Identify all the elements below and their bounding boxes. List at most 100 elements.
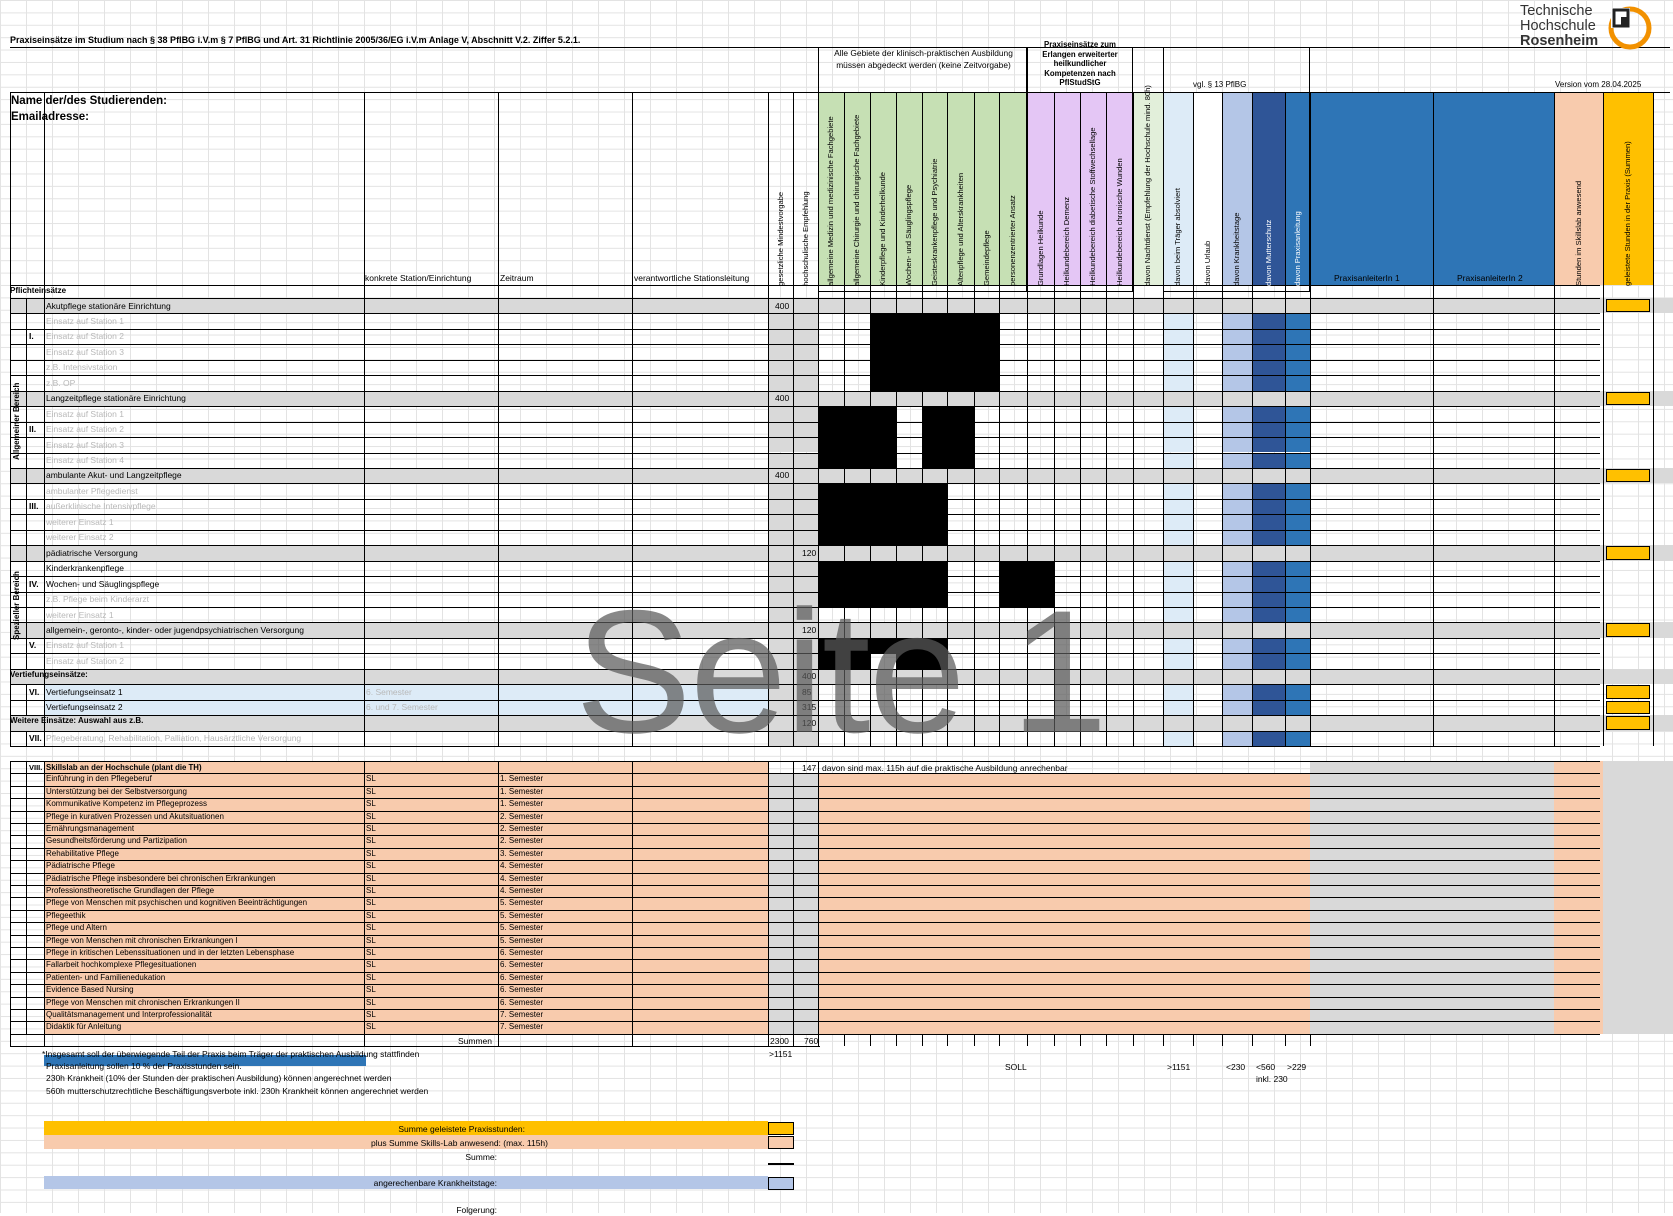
- cell-fill: [1222, 607, 1252, 623]
- row-band: [10, 298, 1673, 314]
- row-min: 400: [775, 470, 790, 481]
- cell-fill: [1163, 452, 1193, 468]
- cell-fill: [1252, 313, 1285, 329]
- column-header-vertical: gesetzliche Mindestvorgabe: [775, 191, 785, 286]
- v-line: [1193, 1034, 1194, 1046]
- module-semester: 4. Semester: [500, 873, 544, 883]
- h-line: [10, 359, 1600, 361]
- h-line: [10, 406, 1600, 408]
- row-label: Einsatz auf Station 2: [46, 331, 124, 342]
- row-roman: VI.: [29, 686, 40, 697]
- column-header-vertical: Altenpflege und Alterskrankheiten: [955, 172, 965, 286]
- row-roman: V.: [29, 640, 37, 651]
- column-header-vertical: davon Krankheitstage: [1232, 212, 1241, 286]
- cell-fill: [1252, 375, 1285, 391]
- cell-fill: [1163, 359, 1193, 376]
- h-line: [10, 885, 1600, 886]
- page-watermark: Seite 1: [575, 575, 1108, 770]
- h-line: [10, 560, 1600, 562]
- cell-fill: [1285, 653, 1310, 669]
- module-name: Qualitätsmanagement und Interprofessiona…: [46, 1010, 212, 1019]
- v-line: [1285, 1034, 1286, 1046]
- v-line: [26, 730, 27, 747]
- row-band: [10, 467, 1673, 484]
- v-line: [1252, 1034, 1253, 1046]
- cell-fill: [1252, 406, 1285, 422]
- row-station: 6. Semester: [366, 686, 412, 697]
- h-line: [10, 375, 1600, 377]
- skillslab-gray: [1603, 761, 1673, 1034]
- cell-fill: [1222, 421, 1252, 438]
- cell-fill: [1163, 576, 1193, 592]
- name-label: Name der/des Studierenden:: [11, 95, 167, 107]
- module-type: SL: [366, 985, 376, 995]
- cell-fill: [1285, 607, 1310, 623]
- v-line: [1133, 1034, 1134, 1046]
- cell-fill: [1222, 637, 1252, 654]
- column-header-vertical: allgemeine Medizin und medizinische Fach…: [826, 116, 835, 286]
- row-station: 6. und 7. Semester: [366, 702, 438, 713]
- module-type: SL: [366, 1022, 376, 1032]
- summary-box: [1606, 299, 1650, 313]
- v-line: [793, 761, 794, 1046]
- soll-label: SOLL: [1005, 1062, 1027, 1072]
- module-name: Evidence Based Nursing: [46, 985, 134, 995]
- h-line: [10, 1021, 1600, 1023]
- module-name: Pflege von Menschen mit chronischen Erkr…: [46, 935, 238, 945]
- module-semester: 6. Semester: [500, 948, 544, 957]
- soll-carrier: >1151: [1167, 1062, 1191, 1072]
- cell-fill: [1163, 653, 1193, 669]
- v-line: [498, 92, 499, 747]
- row-label: Langzeitpflege stationäre Einrichtung: [46, 393, 186, 404]
- h-line: [10, 298, 1600, 299]
- module-name: Einführung in den Pflegeberuf: [46, 774, 152, 784]
- h-line: [10, 835, 1600, 837]
- soll-maternity-incl: inkl. 230: [1256, 1074, 1288, 1084]
- h-line: [10, 328, 1600, 330]
- module-type: SL: [366, 861, 376, 871]
- module-semester: 5. Semester: [500, 923, 544, 933]
- cell-fill: [1285, 406, 1310, 422]
- cell-fill: [1285, 684, 1310, 700]
- row-label: ambulante Akut- und Langzeitpflege: [46, 470, 182, 481]
- module-semester: 2. Semester: [500, 824, 544, 833]
- column-header-vertical: geleistete Stunden in der Praxis (Summen…: [1623, 141, 1632, 286]
- cell-fill: [1252, 421, 1285, 438]
- v-line: [498, 761, 499, 1046]
- h-line: [10, 452, 1600, 454]
- module-semester: 2. Semester: [500, 811, 544, 821]
- cell-fill: [1222, 653, 1252, 669]
- module-name: Kommunikative Kompetenz im Pflegeprozess: [46, 799, 207, 809]
- cell-fill: [1285, 359, 1310, 376]
- sum-min: 2300: [770, 1036, 789, 1046]
- column-header-vertical: Grundlagen Heilkunde: [1035, 210, 1045, 286]
- v-line: [1080, 1034, 1081, 1046]
- row-label: außerklinische Intensivpflege: [46, 501, 156, 512]
- cell-fill: [1163, 437, 1193, 453]
- skillslab-area: [818, 773, 1310, 1034]
- module-type: SL: [366, 910, 376, 920]
- pflbg-group-label: vgl. § 13 PflBG: [1193, 80, 1247, 89]
- module-name: Pädiatrische Pflege: [46, 861, 115, 871]
- row-roman: II.: [29, 424, 37, 435]
- module-name: Pflege in kurativen Prozessen und Akutsi…: [46, 811, 224, 821]
- row-label: Einsatz auf Station 3: [46, 346, 124, 357]
- row-roman: III.: [29, 501, 39, 512]
- header-cell: [1433, 92, 1554, 285]
- cell-fill: [1252, 653, 1285, 669]
- row-label: Einsatz auf Station 1: [46, 408, 124, 419]
- cell-fill: [1222, 437, 1252, 453]
- cell-fill: [1285, 452, 1310, 468]
- cell-fill: [1252, 730, 1285, 747]
- h-line: [10, 996, 1600, 998]
- row-roman: I.: [29, 331, 34, 342]
- column-header-vertical: Heilkundebereich diabetische Stoffwechse…: [1088, 127, 1097, 286]
- cell-fill: [1285, 591, 1310, 607]
- cell-fill: [1163, 328, 1193, 345]
- v-line: [1222, 1034, 1223, 1046]
- module-type: SL: [366, 948, 376, 957]
- v-line: [1554, 92, 1555, 747]
- v-line: [1603, 92, 1604, 747]
- cell-fill: [1252, 560, 1285, 577]
- v-line: [1027, 1034, 1028, 1046]
